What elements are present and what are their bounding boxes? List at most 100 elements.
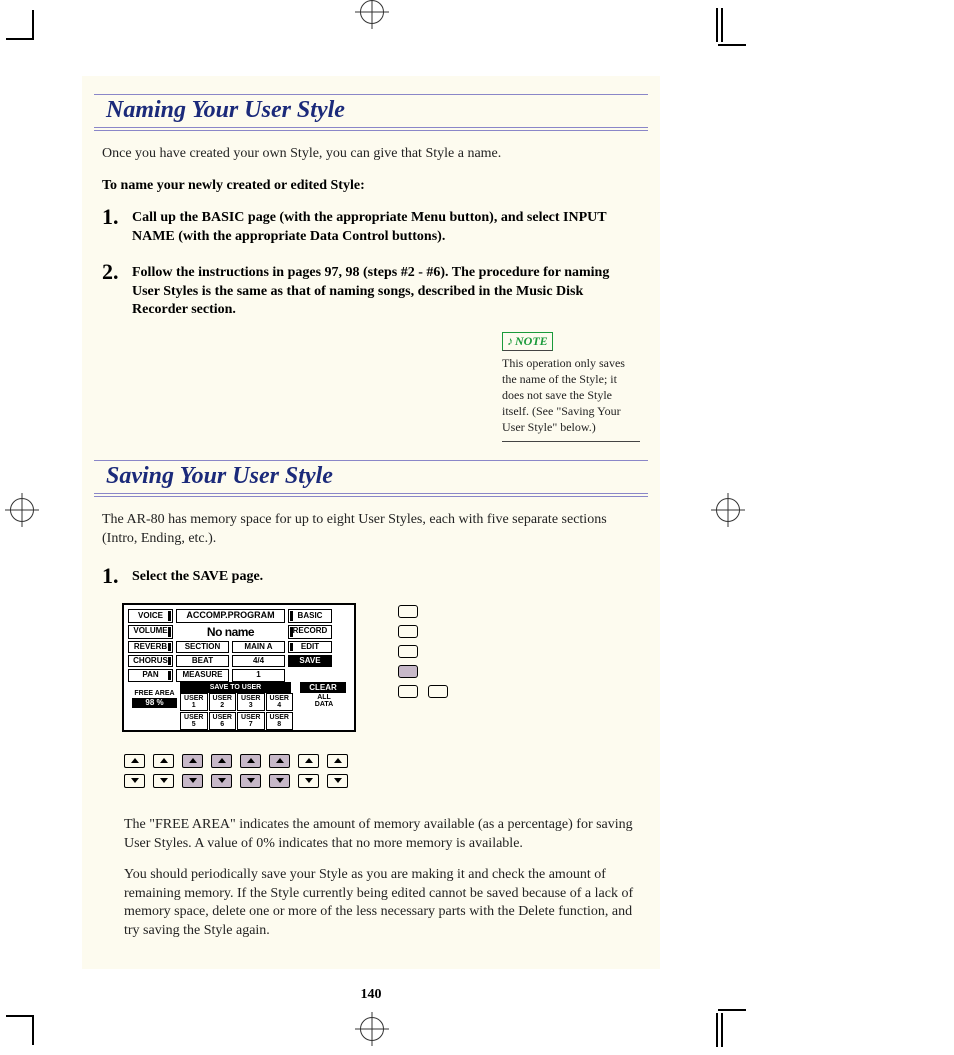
side-button <box>398 685 418 698</box>
crop-mark <box>6 1015 34 1017</box>
registration-mark <box>716 498 740 522</box>
lcd-screen: VOICE ACCOMP.PROGRAM BASIC VOLUME No nam… <box>122 603 356 732</box>
lcd-clear: CLEAR <box>300 682 346 693</box>
up-button <box>298 754 319 768</box>
lead-text: To name your newly created or edited Sty… <box>102 178 640 194</box>
lcd-field-measure-label: MEASURE <box>176 669 229 681</box>
triangle-down-icon <box>305 778 313 783</box>
crop-mark <box>32 1017 34 1045</box>
triangle-up-icon <box>131 758 139 763</box>
step-2: 2. Follow the instructions in pages 97, … <box>102 259 640 321</box>
down-button <box>327 774 348 788</box>
lcd-free-area-value: 98 % <box>132 698 177 708</box>
page-content: Naming Your User Style Once you have cre… <box>82 76 660 969</box>
triangle-up-icon <box>160 758 168 763</box>
triangle-down-icon <box>218 778 226 783</box>
lcd-user-4: USER4 <box>266 693 294 711</box>
save-periodic-paragraph: You should periodically save your Style … <box>124 866 640 942</box>
side-button <box>428 685 448 698</box>
lcd-tab-voice: VOICE <box>128 609 173 622</box>
arrow-button-row-up <box>124 754 660 768</box>
triangle-up-icon <box>189 758 197 763</box>
arrow-button-row-down <box>124 774 660 788</box>
lcd-user-1: USER1 <box>180 693 208 711</box>
crop-mark <box>718 1009 746 1011</box>
crop-mark <box>6 38 34 40</box>
lcd-tab-edit: EDIT <box>288 641 332 653</box>
triangle-down-icon <box>334 778 342 783</box>
down-button <box>269 774 290 788</box>
lcd-tab-basic: BASIC <box>288 609 332 622</box>
registration-mark <box>360 0 384 24</box>
triangle-down-icon <box>160 778 168 783</box>
triangle-down-icon <box>276 778 284 783</box>
down-button <box>298 774 319 788</box>
crop-mark <box>32 10 34 38</box>
note-text: This operation only saves the name of th… <box>502 356 625 435</box>
down-button <box>153 774 174 788</box>
crop-mark <box>716 1013 718 1047</box>
triangle-up-icon <box>218 758 226 763</box>
section-title-saving: Saving Your User Style <box>94 460 648 497</box>
step-number: 2. <box>102 259 122 285</box>
lcd-field-section-label: SECTION <box>176 641 229 653</box>
step-text: Call up the BASIC page (with the appropr… <box>132 204 640 247</box>
step-1: 1. Call up the BASIC page (with the appr… <box>102 204 640 247</box>
lcd-bottom-area: CLEAR ALLDATA FREE AREA 98 % SAVE TO USE… <box>128 684 350 724</box>
up-button <box>153 754 174 768</box>
step-text: Select the SAVE page. <box>132 563 263 587</box>
registration-mark <box>10 498 34 522</box>
lcd-field-section-value: MAIN A <box>232 641 285 653</box>
lcd-user-6: USER6 <box>209 712 237 730</box>
lcd-tab-chorus: CHORUS <box>128 655 173 667</box>
down-button <box>240 774 261 788</box>
side-button <box>398 625 418 638</box>
lcd-user-7: USER7 <box>237 712 265 730</box>
triangle-up-icon <box>247 758 255 763</box>
down-button <box>211 774 232 788</box>
lcd-field-beat-label: BEAT <box>176 655 229 667</box>
lcd-free-area-label: FREE AREA <box>132 690 177 697</box>
down-button <box>182 774 203 788</box>
lcd-user-3: USER3 <box>237 693 265 711</box>
page-number: 140 <box>82 987 660 1003</box>
note-box: ♪NOTE This operation only saves the name… <box>502 332 640 442</box>
intro-text: Once you have created your own Style, yo… <box>102 145 640 164</box>
up-button <box>240 754 261 768</box>
down-button <box>124 774 145 788</box>
up-button <box>182 754 203 768</box>
step-1-save: 1. Select the SAVE page. <box>102 563 640 589</box>
note-label-text: NOTE <box>515 334 548 348</box>
side-button-selected <box>398 665 418 678</box>
lcd-save-to-user: SAVE TO USER <box>180 682 291 693</box>
section-title-naming: Naming Your User Style <box>94 94 648 131</box>
user-row: USER5 USER6 USER7 USER8 <box>180 712 293 730</box>
triangle-down-icon <box>131 778 139 783</box>
lcd-heading: ACCOMP.PROGRAM <box>176 609 285 622</box>
lcd-style-name: No name <box>176 625 285 639</box>
step-number: 1. <box>102 563 122 589</box>
lcd-all-data: ALLDATA <box>302 694 346 709</box>
free-area-paragraph: The "FREE AREA" indicates the amount of … <box>124 816 640 854</box>
step-number: 1. <box>102 204 122 230</box>
lcd-tab-save: SAVE <box>288 655 332 667</box>
lcd-field-beat-value: 4/4 <box>232 655 285 667</box>
up-button <box>124 754 145 768</box>
triangle-down-icon <box>247 778 255 783</box>
up-button <box>269 754 290 768</box>
lcd-user-2: USER2 <box>209 693 237 711</box>
user-row: USER1 USER2 USER3 USER4 <box>180 693 293 711</box>
lcd-user-5: USER5 <box>180 712 208 730</box>
lcd-tab-record: RECORD <box>288 625 332 639</box>
lcd-tab-pan: PAN <box>128 669 173 681</box>
music-note-icon: ♪ <box>507 334 513 348</box>
side-button <box>398 645 418 658</box>
triangle-up-icon <box>305 758 313 763</box>
crop-mark <box>716 8 718 42</box>
note-label: ♪NOTE <box>502 332 553 350</box>
up-button <box>327 754 348 768</box>
lcd-illustration: VOICE ACCOMP.PROGRAM BASIC VOLUME No nam… <box>122 603 660 732</box>
triangle-up-icon <box>276 758 284 763</box>
lcd-user-8: USER8 <box>266 712 294 730</box>
crop-mark <box>718 44 746 46</box>
